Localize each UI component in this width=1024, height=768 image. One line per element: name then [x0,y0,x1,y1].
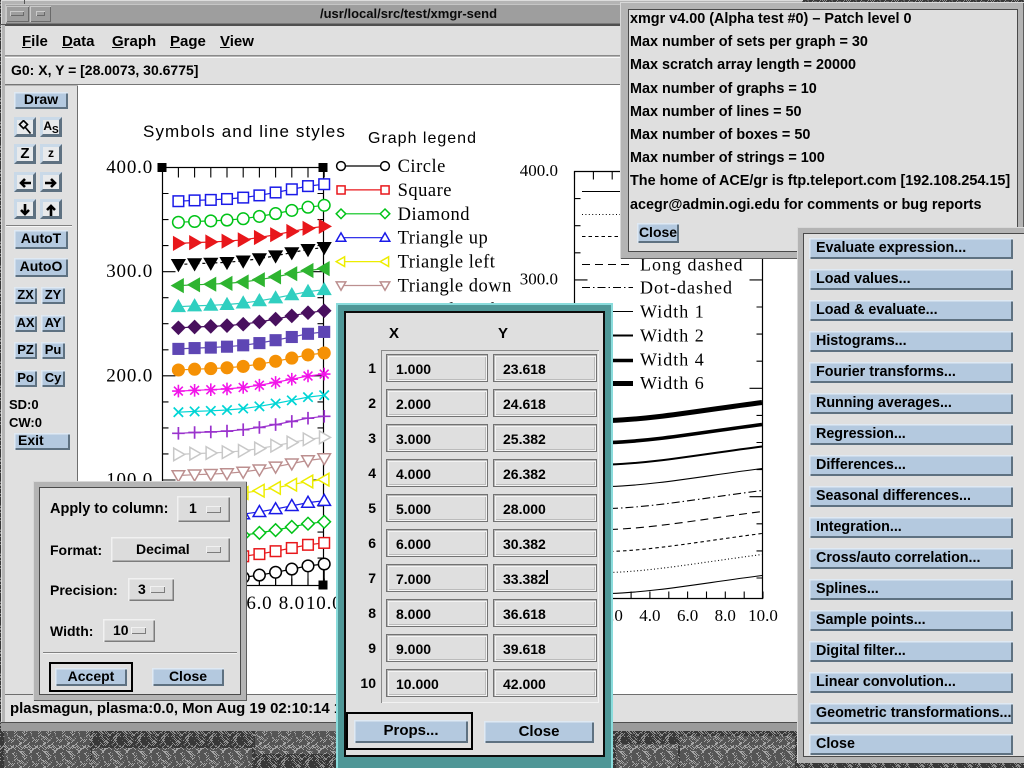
svg-text:Triangle left: Triangle left [398,253,496,273]
svg-text:4.0: 4.0 [639,606,660,625]
svg-text:Graph legend: Graph legend [368,130,477,147]
svg-text:Circle: Circle [398,157,446,177]
svg-text:Width 6: Width 6 [640,373,705,393]
svg-text:6.0: 6.0 [677,606,698,625]
svg-text:Symbols and line styles: Symbols and line styles [143,122,346,141]
svg-text:300.0: 300.0 [520,269,558,288]
svg-text:400.0: 400.0 [106,157,153,178]
svg-text:200.0: 200.0 [106,365,153,386]
svg-text:400.0: 400.0 [520,161,558,180]
svg-text:8.0: 8.0 [279,593,305,614]
svg-text:10.0: 10.0 [748,606,778,625]
svg-text:Width 2: Width 2 [640,326,705,346]
svg-text:Triangle up: Triangle up [398,229,489,249]
svg-text:Square: Square [398,181,452,201]
svg-text:Dot-dashed: Dot-dashed [640,278,733,298]
svg-text:8.0: 8.0 [715,606,736,625]
svg-text:Width 1: Width 1 [640,302,705,322]
svg-text:Diamond: Diamond [398,205,471,225]
svg-text:300.0: 300.0 [106,261,153,282]
svg-text:Width 4: Width 4 [640,350,705,370]
svg-text:6.0: 6.0 [246,593,272,614]
svg-text:Triangle down: Triangle down [398,277,512,297]
